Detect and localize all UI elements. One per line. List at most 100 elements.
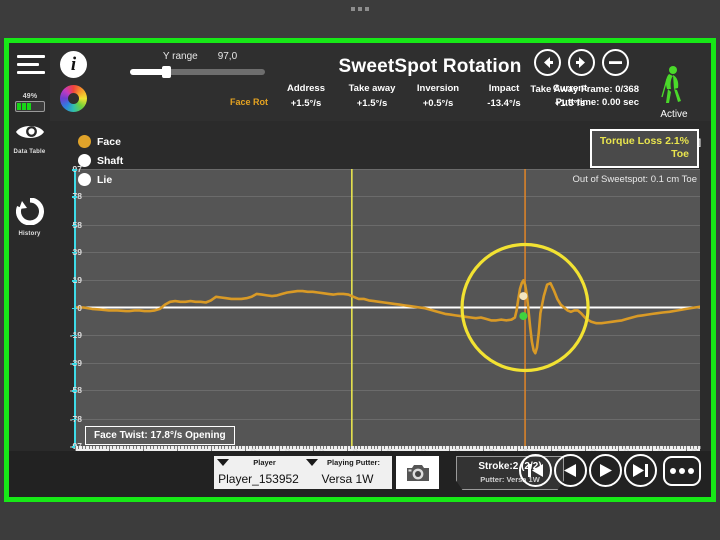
info-button[interactable]: i bbox=[60, 51, 87, 78]
player-dropdown[interactable]: Player bbox=[214, 458, 303, 467]
hamburger-menu-icon[interactable] bbox=[17, 55, 45, 77]
x-tick-mark bbox=[339, 446, 341, 449]
x-tick-mark bbox=[394, 446, 396, 449]
putter-value[interactable]: Versa 1W bbox=[303, 472, 392, 486]
x-tick-mark bbox=[577, 446, 579, 449]
x-tick-mark bbox=[397, 446, 399, 449]
x-tick-mark bbox=[700, 446, 701, 449]
dot bbox=[351, 7, 355, 11]
sidebar-item-data-table[interactable]: Data Table bbox=[9, 121, 50, 155]
step-back-button[interactable] bbox=[554, 454, 587, 487]
x-tick-mark bbox=[261, 446, 263, 449]
more-options-button[interactable] bbox=[663, 455, 701, 486]
x-tick-mark bbox=[649, 446, 651, 449]
plot-canvas[interactable] bbox=[75, 169, 700, 447]
stat-impact: Impact -13.4°/s bbox=[471, 83, 537, 109]
putter-dropdown[interactable]: Playing Putter: bbox=[303, 458, 392, 467]
selector-values: Player_153952 Versa 1W bbox=[214, 469, 392, 489]
x-tick-mark bbox=[441, 446, 443, 449]
y-tick-mark bbox=[72, 334, 77, 337]
x-tick-mark bbox=[102, 446, 104, 449]
y-range-control: Y range 97,0 bbox=[130, 51, 270, 78]
frame-info: Take Away Frame: 0/368 Putt time: 0.00 s… bbox=[530, 83, 639, 109]
x-tick-mark bbox=[438, 446, 440, 449]
x-tick-mark bbox=[91, 446, 93, 449]
x-tick-mark bbox=[85, 446, 87, 449]
skip-end-button[interactable] bbox=[624, 454, 657, 487]
stat-take-away: Take away +1.5°/s bbox=[339, 83, 405, 109]
x-tick-mark bbox=[401, 446, 403, 449]
x-tick-mark bbox=[200, 446, 202, 449]
x-tick-mark bbox=[136, 446, 138, 449]
x-tick-mark bbox=[635, 446, 637, 449]
x-tick-mark bbox=[465, 446, 467, 449]
skip-start-button[interactable] bbox=[519, 454, 552, 487]
skip-start-icon bbox=[528, 464, 543, 477]
dot bbox=[688, 467, 694, 474]
sidebar-item-history[interactable]: History bbox=[9, 197, 50, 237]
x-tick-mark bbox=[95, 446, 97, 449]
x-tick-mark bbox=[506, 446, 508, 449]
active-label: Active bbox=[660, 109, 688, 120]
series-layer bbox=[75, 169, 700, 446]
battery-cell bbox=[22, 103, 26, 110]
battery-cell bbox=[27, 103, 31, 110]
camera-button[interactable] bbox=[396, 456, 439, 489]
x-tick-mark bbox=[435, 446, 437, 449]
minus-button[interactable] bbox=[602, 49, 629, 76]
legend-dot bbox=[78, 173, 91, 186]
x-tick-mark bbox=[129, 446, 131, 449]
legend-item-face[interactable]: Face bbox=[78, 135, 123, 148]
x-tick-mark bbox=[166, 446, 168, 449]
y-range-slider[interactable] bbox=[130, 66, 265, 78]
x-tick-mark bbox=[360, 446, 362, 449]
slider-knob[interactable] bbox=[162, 66, 171, 78]
stat-value: +0.5°/s bbox=[422, 98, 454, 109]
x-tick-mark bbox=[122, 446, 124, 449]
dot bbox=[365, 7, 369, 11]
y-range-value: 97,0 bbox=[217, 51, 238, 62]
legend-item-shaft[interactable]: Shaft bbox=[78, 154, 123, 167]
color-wheel-icon[interactable] bbox=[60, 85, 87, 112]
legend-label: Lie bbox=[97, 173, 113, 186]
bar bbox=[17, 55, 45, 58]
play-button[interactable] bbox=[589, 454, 622, 487]
y-tick-label: 78 bbox=[72, 191, 82, 202]
x-tick-mark bbox=[666, 446, 668, 449]
x-tick-mark bbox=[581, 446, 583, 449]
x-tick-mark bbox=[445, 446, 447, 449]
arrow-left-icon bbox=[544, 57, 553, 68]
legend-label: Shaft bbox=[97, 154, 124, 167]
back-arrow-button[interactable] bbox=[534, 49, 561, 76]
stat-value: -13.4°/s bbox=[487, 98, 521, 109]
torque-loss-badge: Torque Loss 2.1% Toe bbox=[589, 129, 699, 168]
playback-controls bbox=[519, 454, 701, 487]
y-tick-mark bbox=[72, 418, 77, 421]
x-tick-mark bbox=[207, 446, 209, 449]
impact-point-marker bbox=[519, 292, 528, 301]
torque-loss-side: Toe bbox=[671, 148, 689, 160]
y-tick-mark bbox=[72, 196, 77, 198]
x-tick-mark bbox=[81, 446, 83, 449]
left-rail: 49% Data Table History bbox=[9, 43, 50, 497]
x-tick-mark bbox=[170, 446, 172, 449]
x-tick-mark bbox=[462, 446, 464, 449]
x-tick-mark bbox=[258, 446, 260, 449]
x-tick-mark bbox=[329, 446, 331, 449]
player-value[interactable]: Player_153952 bbox=[214, 472, 303, 486]
arrow-right-icon bbox=[576, 57, 585, 68]
chart-area: 97785839190-19-39-58-78-97 0204060801001… bbox=[50, 121, 711, 462]
x-tick-mark bbox=[98, 446, 100, 449]
x-tick-mark bbox=[299, 446, 301, 449]
forward-arrow-button[interactable] bbox=[568, 49, 595, 76]
legend-item-lie[interactable]: Lie bbox=[78, 173, 123, 186]
x-tick-mark bbox=[149, 446, 151, 449]
x-tick-mark bbox=[611, 446, 613, 449]
x-tick-mark bbox=[159, 446, 161, 449]
x-tick-mark bbox=[543, 446, 545, 449]
x-tick-mark bbox=[598, 446, 600, 449]
stats-row-label: Face Rot bbox=[229, 97, 268, 107]
x-tick-mark bbox=[305, 446, 307, 449]
torque-loss-value: Torque Loss 2.1% bbox=[599, 135, 689, 147]
x-tick-mark bbox=[187, 446, 189, 449]
